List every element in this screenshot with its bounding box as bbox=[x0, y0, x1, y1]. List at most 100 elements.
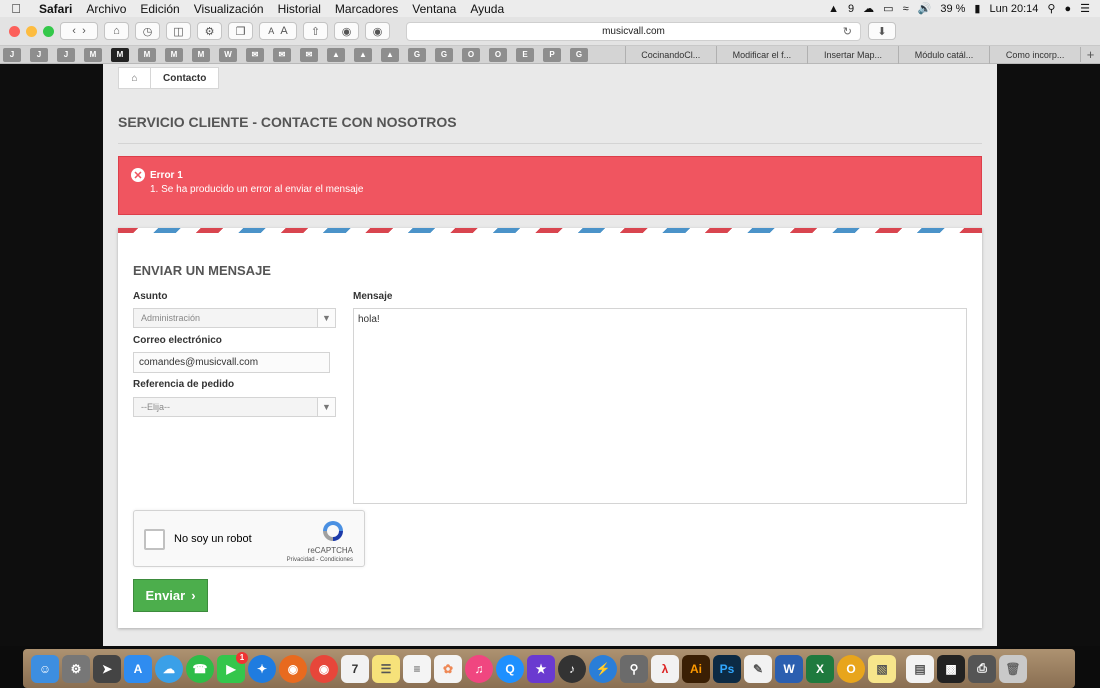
battery-icon[interactable]: ▮ bbox=[974, 2, 980, 15]
downloads-button[interactable]: ⬇ bbox=[868, 22, 896, 40]
launchpad-icon[interactable]: ➤ bbox=[93, 654, 121, 683]
bookmark-icon[interactable]: P bbox=[543, 47, 561, 62]
calendar-icon[interactable]: 7 bbox=[341, 654, 369, 683]
menu-archivo[interactable]: Archivo bbox=[79, 2, 133, 16]
imovie-icon[interactable]: ★ bbox=[527, 654, 555, 683]
tab-modificar[interactable]: Modificar el f... bbox=[715, 45, 807, 64]
tab-cocinando[interactable]: CocinandoCl... bbox=[624, 45, 716, 64]
firefox-icon[interactable]: ◉ bbox=[279, 654, 307, 683]
bookmark-icon[interactable]: M bbox=[192, 47, 210, 62]
home-button[interactable]: ⌂ bbox=[104, 22, 129, 40]
bookmark-icon[interactable]: M bbox=[165, 47, 183, 62]
garageband-icon[interactable]: ♪ bbox=[558, 654, 586, 683]
menu-ayuda[interactable]: Ayuda bbox=[463, 2, 511, 16]
back-forward-buttons[interactable]: ‹ › bbox=[60, 22, 98, 40]
chrome-icon[interactable]: ◉ bbox=[310, 654, 338, 683]
menu-marcadores[interactable]: Marcadores bbox=[328, 2, 405, 16]
system-preferences-icon[interactable]: ⚙ bbox=[62, 654, 90, 683]
font-larger-button[interactable]: A bbox=[280, 25, 287, 37]
menu-ventana[interactable]: Ventana bbox=[405, 2, 463, 16]
email-field[interactable]: comandes@musicvall.com bbox=[133, 352, 330, 373]
bookmark-icon[interactable]: W bbox=[219, 47, 237, 62]
chevron-right-icon[interactable]: › bbox=[82, 25, 86, 37]
preview-icon[interactable]: ⚲ bbox=[620, 654, 648, 683]
new-tab-button[interactable]: + bbox=[1080, 47, 1100, 62]
volume-icon[interactable]: 🔊 bbox=[918, 2, 932, 15]
trash-icon[interactable]: 🗑 bbox=[999, 654, 1027, 683]
notes-icon[interactable]: ☰ bbox=[372, 654, 400, 683]
menu-edicion[interactable]: Edición bbox=[133, 2, 186, 16]
excel-icon[interactable]: X bbox=[806, 654, 834, 683]
menu-app-name[interactable]: Safari bbox=[32, 2, 79, 16]
illustrator-icon[interactable]: Ai bbox=[682, 654, 710, 683]
bookmark-icon[interactable]: J bbox=[3, 47, 21, 62]
bookmark-icon[interactable]: ✉ bbox=[273, 47, 291, 62]
bookmark-icon[interactable]: J bbox=[57, 47, 75, 62]
bookmark-icon[interactable]: ▲ bbox=[327, 47, 345, 62]
opera-icon[interactable]: O bbox=[837, 654, 865, 683]
bookmark-icon[interactable]: O bbox=[462, 47, 480, 62]
subject-select[interactable]: Administración ▼ bbox=[133, 308, 336, 328]
reminders-icon[interactable]: ≡ bbox=[403, 654, 431, 683]
textedit-icon[interactable]: ✎ bbox=[744, 654, 772, 683]
tab-como-incorporar[interactable]: Como incorp... bbox=[989, 45, 1080, 64]
minimize-window-button[interactable] bbox=[26, 25, 37, 37]
zoom-window-button[interactable] bbox=[43, 25, 54, 37]
bookmark-icon[interactable]: ✉ bbox=[300, 47, 318, 62]
reload-icon[interactable]: ↻ bbox=[843, 25, 852, 38]
finder-icon[interactable]: ☺ bbox=[31, 654, 59, 683]
submit-button[interactable]: Enviar › bbox=[133, 579, 208, 612]
close-window-button[interactable] bbox=[9, 25, 20, 37]
screenshot-extension-button[interactable]: ◉ bbox=[334, 22, 359, 40]
message-textarea[interactable]: hola! bbox=[353, 308, 967, 504]
tabs-overview-button[interactable]: ❐ bbox=[228, 22, 253, 40]
menu-visualizacion[interactable]: Visualización bbox=[187, 2, 271, 16]
wifi-icon[interactable]: ≈ bbox=[903, 3, 909, 15]
spotlight-icon[interactable]: ⚲ bbox=[1047, 2, 1055, 15]
bookmark-icon[interactable]: M bbox=[84, 47, 102, 62]
itunes-icon[interactable]: ♫ bbox=[465, 654, 493, 683]
user-avatar-icon[interactable]: ● bbox=[1064, 3, 1071, 15]
document-icon[interactable]: ▤ bbox=[906, 654, 934, 683]
adobe-icon[interactable]: ▲ bbox=[828, 3, 839, 15]
reading-list-button[interactable]: ◉ bbox=[365, 22, 390, 40]
share-button[interactable]: ⇧ bbox=[303, 22, 328, 40]
battery-percent[interactable]: 39 % bbox=[940, 3, 965, 15]
breadcrumb-home-link[interactable]: ⌂ bbox=[119, 68, 151, 88]
font-size-buttons[interactable]: A A bbox=[259, 22, 297, 40]
safari-icon[interactable]: ✦ bbox=[248, 654, 276, 683]
messages-icon[interactable]: ☁ bbox=[155, 654, 183, 683]
screen-thumbnail-icon[interactable]: ▩ bbox=[937, 654, 965, 683]
photoshop-icon[interactable]: Ps bbox=[713, 654, 741, 683]
whatsapp-icon[interactable]: ☎ bbox=[186, 654, 214, 683]
history-button[interactable]: ◷ bbox=[135, 22, 160, 40]
bookmark-icon[interactable]: G bbox=[408, 47, 426, 62]
bookmark-icon[interactable]: G bbox=[570, 47, 588, 62]
bookmark-icon[interactable]: G bbox=[435, 47, 453, 62]
url-text[interactable]: musicvall.com bbox=[602, 26, 665, 37]
bookmark-icon[interactable]: E bbox=[516, 47, 534, 62]
clock[interactable]: Lun 20:14 bbox=[989, 3, 1038, 15]
acrobat-icon[interactable]: λ bbox=[651, 654, 679, 683]
order-reference-select[interactable]: --Elija-- ▼ bbox=[133, 397, 336, 417]
tab-modulo-catalogo[interactable]: Módulo catál... bbox=[898, 45, 989, 64]
chevron-down-icon[interactable]: ▼ bbox=[317, 309, 335, 327]
airplay-icon[interactable]: ▭ bbox=[883, 2, 893, 15]
address-bar[interactable]: musicvall.com ↻ bbox=[406, 21, 861, 41]
bookmark-icon[interactable]: M bbox=[138, 47, 156, 62]
chevron-left-icon[interactable]: ‹ bbox=[72, 25, 76, 37]
photos-icon[interactable]: ✿ bbox=[434, 654, 462, 683]
bookmark-icon[interactable]: O bbox=[489, 47, 507, 62]
quicktime-icon[interactable]: Q bbox=[496, 654, 524, 683]
bookmark-icon[interactable]: M bbox=[111, 47, 129, 62]
bookmark-icon[interactable]: J bbox=[30, 47, 48, 62]
chevron-down-icon[interactable]: ▼ bbox=[317, 398, 335, 416]
bookmark-icon[interactable]: ✉ bbox=[246, 47, 264, 62]
word-icon[interactable]: W bbox=[775, 654, 803, 683]
facetime-icon[interactable]: ▶ 1 bbox=[217, 651, 248, 683]
recaptcha-terms-link[interactable]: Privacidad - Condiciones bbox=[287, 557, 353, 563]
app-store-icon[interactable]: A bbox=[124, 654, 152, 683]
bookmark-icon[interactable]: ▲ bbox=[381, 47, 399, 62]
notification-center-icon[interactable]: ☰ bbox=[1080, 2, 1090, 15]
network-utility-icon[interactable]: ⚡ bbox=[589, 654, 617, 683]
